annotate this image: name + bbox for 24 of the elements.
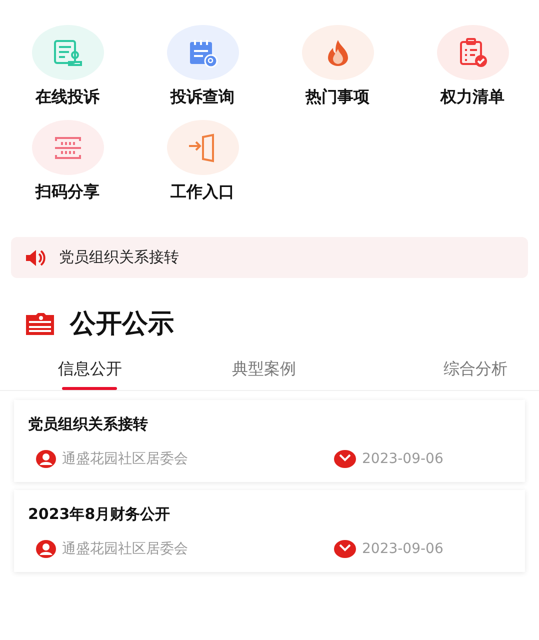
shortcut-label[interactable]: 在线投诉: [36, 87, 100, 108]
date-text: 2023-09-06: [362, 450, 444, 466]
person-icon: [36, 540, 56, 558]
speaker-icon: [25, 248, 47, 266]
section-title: 公开公示: [70, 308, 174, 341]
badge-card-icon: [26, 312, 54, 334]
article-card[interactable]: 2023年8月财务公开 通盛花园社区居委会 2023-09-06: [14, 490, 525, 572]
person-icon: [36, 450, 56, 468]
notice-text: 党员组织关系接转: [59, 248, 179, 267]
tab[interactable]: 典型案例: [180, 355, 412, 390]
article-title: 党员组织关系接转: [28, 414, 149, 434]
shortcut-label[interactable]: 扫码分享: [36, 182, 100, 203]
shortcut-label[interactable]: 热门事项: [306, 87, 370, 108]
shortcut-label[interactable]: 投诉查询: [170, 87, 234, 108]
article-title: 2023年8月财务公开: [28, 504, 172, 524]
shortcut-label[interactable]: 权力清单: [440, 87, 504, 108]
publisher-text: 通盛花园社区居委会: [62, 540, 188, 558]
tab[interactable]: 综合分析: [412, 355, 539, 390]
date-text: 2023-09-06: [362, 540, 444, 556]
tab[interactable]: 信息公开: [0, 355, 180, 390]
publisher-text: 通盛花园社区居委会: [62, 450, 188, 468]
notice-bar[interactable]: 党员组织关系接转: [11, 237, 528, 278]
shortcut-label[interactable]: 工作入口: [170, 182, 234, 203]
article-card[interactable]: 党员组织关系接转 通盛花园社区居委会 2023-09-06: [14, 400, 525, 482]
